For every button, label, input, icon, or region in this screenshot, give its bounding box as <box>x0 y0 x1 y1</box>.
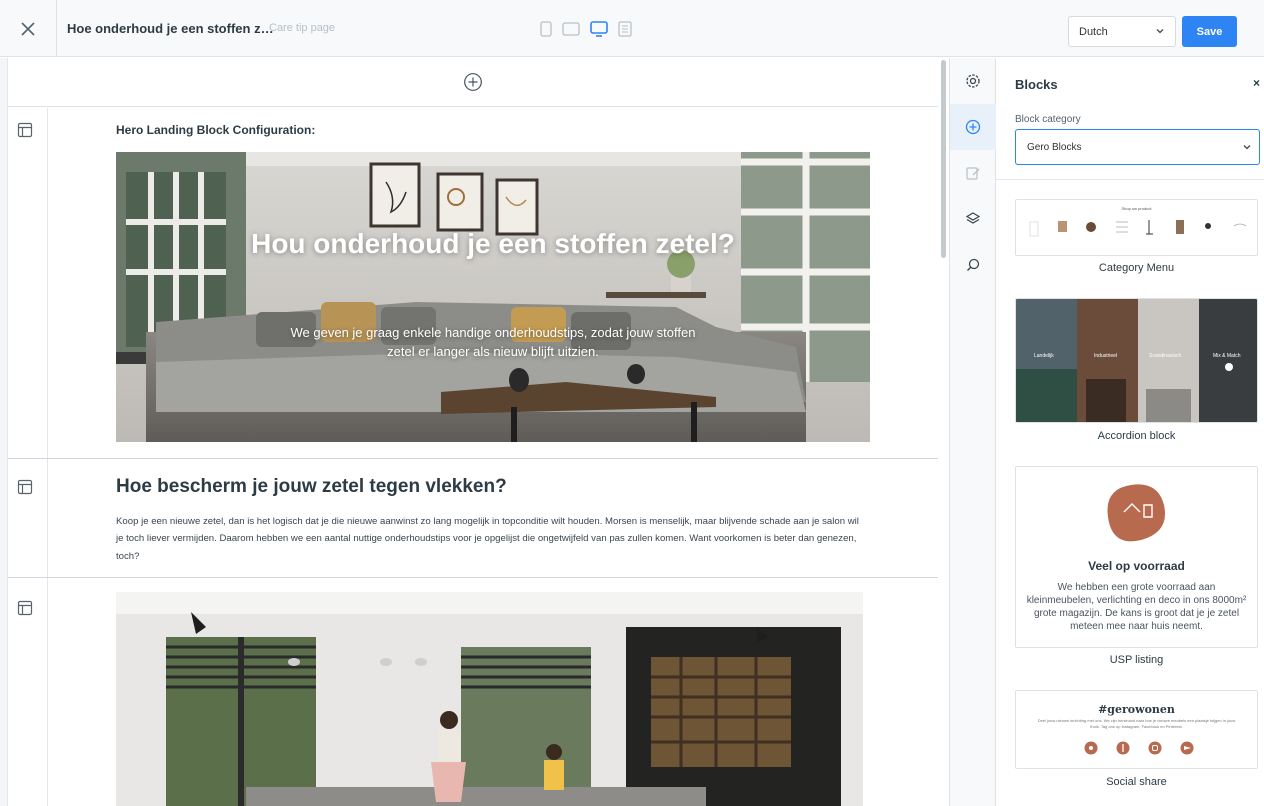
block-handle <box>8 459 48 577</box>
family-living-room-illustration <box>116 592 863 806</box>
save-button[interactable]: Save <box>1182 16 1237 47</box>
section-body: Koop je een nieuwe zetel, dan is het log… <box>116 516 859 562</box>
page-title: Hoe onderhoud je een stoffen z… <box>67 21 274 36</box>
search-icon <box>967 258 980 271</box>
accordion-label-4: Mix & Match <box>1213 353 1241 359</box>
block-category-select[interactable]: Gero Blocks <box>1015 129 1260 165</box>
close-editor-button[interactable] <box>0 0 57 57</box>
block-label-social-share: Social share <box>1106 776 1167 788</box>
settings-icon <box>966 74 980 88</box>
panel-title: Blocks <box>1015 77 1058 92</box>
language-value: Dutch <box>1079 26 1108 38</box>
rail-layers[interactable] <box>950 196 996 242</box>
list-view-icon[interactable] <box>618 21 632 42</box>
usp-illustration <box>1107 484 1166 542</box>
hero-title: Hou onderhoud je een stoffen zetel? <box>251 228 735 259</box>
block-label-accordion: Accordion block <box>1097 430 1176 442</box>
panel-header: Blocks × <box>996 58 1264 103</box>
canvas-gutter <box>0 58 8 806</box>
page-type-label: Care tip page <box>269 22 336 34</box>
divider <box>996 179 1264 180</box>
rail-edit[interactable] <box>950 150 996 196</box>
canvas-scrollbar[interactable] <box>938 58 950 806</box>
social-icons-preview <box>1084 741 1194 755</box>
tablet-device-icon[interactable] <box>562 21 580 42</box>
rail-add-block[interactable] <box>950 104 996 150</box>
rail-search[interactable] <box>950 242 996 288</box>
accordion-preview <box>1016 299 1257 422</box>
text-block[interactable]: Hoe bescherm je jouw zetel tegen vlekken… <box>8 459 938 578</box>
living-room-image <box>116 592 863 806</box>
block-tile-usp-listing[interactable]: Veel op voorraad We hebben een grote voo… <box>1015 466 1258 648</box>
block-tile-social-share[interactable]: #gerowonen Deel jouw nieuwe inrichting m… <box>1015 690 1258 769</box>
close-icon <box>21 21 35 36</box>
hero-config-label: Hero Landing Block Configuration: <box>116 123 316 137</box>
block-category-label: Block category <box>1015 114 1081 125</box>
layout-icon[interactable] <box>17 479 33 495</box>
language-select[interactable]: Dutch <box>1068 16 1176 47</box>
block-handle <box>8 578 48 806</box>
mobile-device-icon[interactable] <box>540 21 552 42</box>
category-menu-preview-title: Shop uw product <box>1121 206 1152 211</box>
hero-block[interactable]: Hero Landing Block Configuration: Hou on… <box>8 108 938 459</box>
block-tile-category-menu[interactable]: Shop uw product <box>1015 199 1258 256</box>
living-room-illustration <box>116 152 870 442</box>
device-switcher <box>540 21 632 42</box>
hero-subtitle: We geven je graag enkele handige onderho… <box>290 325 696 359</box>
scrollbar-thumb[interactable] <box>941 60 946 258</box>
layout-icon[interactable] <box>17 122 33 138</box>
usp-preview-title: Veel op voorraad <box>1088 559 1185 573</box>
layout-icon[interactable] <box>17 600 33 616</box>
panel-close-button[interactable]: × <box>1253 76 1260 90</box>
add-block-top-icon[interactable] <box>463 72 483 92</box>
add-block-row <box>8 58 938 107</box>
accordion-label-2: Industrieel <box>1094 353 1118 359</box>
editor-canvas: Hero Landing Block Configuration: Hou on… <box>0 58 938 806</box>
block-label-category-menu: Category Menu <box>1098 262 1175 274</box>
chevron-down-icon <box>1156 29 1164 34</box>
hero-image: Hou onderhoud je een stoffen zetel? We g… <box>116 152 870 442</box>
top-bar: Hoe onderhoud je een stoffen z… Care tip… <box>0 0 1264 57</box>
section-heading: Hoe bescherm je jouw zetel tegen vlekken… <box>116 476 507 497</box>
accordion-label-1: Landelijk <box>1034 353 1054 359</box>
blocks-panel: Blocks × Block category Gero Blocks Shop… <box>996 58 1264 806</box>
edit-icon <box>966 167 980 180</box>
image-block[interactable] <box>8 578 938 806</box>
block-handle <box>8 108 48 458</box>
tool-rail <box>950 58 996 806</box>
rail-settings[interactable] <box>950 58 996 104</box>
accordion-label-3: Scandinavisch <box>1149 353 1182 359</box>
add-block-icon <box>965 119 981 135</box>
layers-icon <box>965 212 981 224</box>
chevron-down-icon <box>1243 145 1251 150</box>
block-category-value: Gero Blocks <box>1027 142 1082 153</box>
usp-preview-text: We hebben een grote voorraad aan kleinme… <box>1026 582 1247 632</box>
block-label-usp-listing: USP listing <box>1109 654 1164 666</box>
block-tile-accordion[interactable]: Landelijk Industrieel Scandinavisch Mix … <box>1015 298 1258 423</box>
desktop-device-icon[interactable] <box>590 21 608 42</box>
